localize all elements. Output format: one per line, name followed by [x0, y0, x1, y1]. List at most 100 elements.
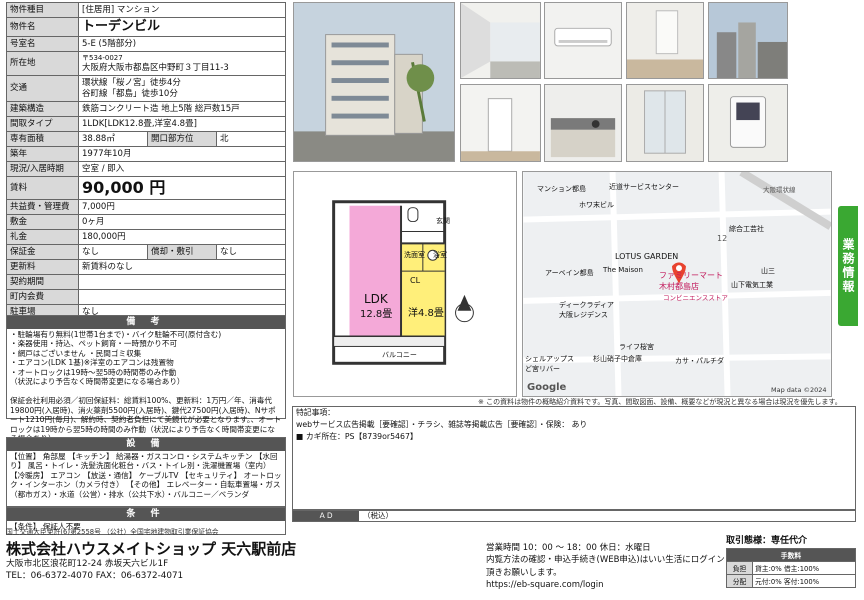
amortization-value: なし — [216, 244, 286, 261]
kitchen-photo[interactable] — [544, 84, 622, 162]
map-label: 山三 — [761, 267, 775, 275]
location-map[interactable]: マンション都島 近道サービスセンター ホワ末ビル 綜合工芸社 LOTUS GAR… — [522, 171, 832, 397]
map-label: The Maison — [603, 266, 643, 274]
equipment-text: 【位置】 角部屋 【キッチン】 給湯器・ガスコンロ・システムキッチン 【水回り】… — [10, 452, 282, 499]
key-money-value: 180,000円 — [78, 229, 286, 246]
ldk-label: LDK — [364, 292, 388, 306]
balcony-label: バルコニー — [382, 351, 417, 359]
trade-mode-block: 取引態様：専任代介 手数料 負担 貸主:0% 借主:100% 分配 元付:0% … — [726, 536, 856, 588]
ldk-size-label: 12.8畳 — [360, 309, 393, 320]
map-label: アーベイン都島 — [545, 269, 594, 277]
room-value: 5-E (5階部分) — [78, 36, 286, 53]
equipment-header: 設 備 — [7, 438, 285, 451]
distribution-value: 元付:0% 客付:100% — [752, 574, 856, 588]
remarks-section: 備 考 ・駐輪場有り無料(1世帯1台まで)・バイク駐輪不可(原付含む) ・楽器使… — [6, 315, 286, 443]
layout-value: 1LDK[LDK12.8畳,洋室4.8畳] — [78, 116, 286, 133]
building-photo-image — [294, 3, 454, 161]
built-value: 1977年10月 — [78, 146, 286, 163]
zip-code: 〒534-0027 — [82, 54, 123, 63]
map-label: 綜合工芸社 — [729, 225, 764, 233]
map-label: コンビニエンスストア — [663, 294, 728, 302]
map-label: カサ・パルチダ — [675, 357, 724, 365]
common-fee-value: 7,000円 — [78, 199, 286, 216]
structure-value: 鉄筋コンクリート造 地上5階 総戸数15戸 — [78, 101, 286, 118]
intercom-photo[interactable] — [708, 84, 788, 162]
kitchen-photo-image — [545, 85, 621, 161]
address-value: 〒534-0027 大阪府大阪市都島区中野町３丁目11-3 — [78, 51, 286, 77]
closet-label: CL — [410, 276, 421, 285]
rent-value: 90,000 円 — [78, 176, 286, 201]
rent-label: 賃料 — [6, 176, 79, 201]
aircon-photo-image — [545, 3, 621, 78]
entrance-label: 玄関 — [436, 217, 450, 225]
map-label: マンション都島 — [537, 185, 586, 193]
google-logo: Google — [527, 382, 567, 393]
remarks-header: 備 考 — [7, 316, 285, 329]
deposit-value: 0ヶ月 — [78, 214, 286, 231]
association-fee-label: 町内会費 — [6, 289, 79, 306]
login-url[interactable]: https://eb-square.com/login — [486, 579, 726, 591]
window-photo[interactable] — [626, 84, 704, 162]
room-label: 号室名 — [6, 36, 79, 53]
fee-table: 手数料 負担 貸主:0% 借主:100% 分配 元付:0% 客付:100% — [726, 548, 856, 588]
status-value: 空室 / 即入 — [78, 161, 286, 178]
balcony-photo[interactable] — [460, 2, 541, 79]
map-label: 近道サービスセンター — [609, 183, 679, 191]
view-photo[interactable] — [708, 2, 788, 79]
map-label: 12 — [717, 234, 728, 243]
map-label: ファミリーマート — [659, 271, 723, 280]
company-name: 株式会社ハウスメイトショップ 天六駅前店 — [6, 540, 297, 558]
association-fee-value — [78, 289, 286, 306]
room-photo-image — [627, 3, 703, 78]
map-label: 杉山硝子中倉庫 — [593, 355, 642, 363]
common-fee-label: 共益費・管理費 — [6, 199, 79, 216]
company-address-block: 大阪市北区浪花町12-24 赤坂天六ビル1F TEL：06-6372-4070 … — [6, 558, 183, 583]
business-hours-block: 営業時間 10：00 ～ 18：00 休日：水曜日 内覧方法の確認・申込手続き(… — [486, 542, 726, 591]
aircon-photo[interactable] — [544, 2, 622, 79]
business-hours: 営業時間 10：00 ～ 18：00 休日：水曜日 — [486, 543, 651, 553]
name-label: 物件名 — [6, 16, 79, 38]
renewal-label: 更新料 — [6, 259, 79, 276]
bath-label: 浴室 — [433, 251, 447, 259]
wash-room-label: 洗面室 — [404, 251, 425, 259]
key-money-label: 礼金 — [6, 229, 79, 246]
room-photo[interactable] — [626, 2, 704, 79]
transit-label: 交通 — [6, 75, 79, 103]
deposit-label: 敷金 — [6, 214, 79, 231]
term-value — [78, 274, 286, 291]
direction-label: 開口部方位 — [147, 131, 217, 148]
term-label: 契約期間 — [6, 274, 79, 291]
company-address: 大阪市北区浪花町12-24 赤坂天六ビル1F — [6, 559, 169, 569]
transit-value: 環状線「桜ノ宮」徒歩4分 谷町線「都島」徒歩10分 — [78, 75, 286, 103]
building-exterior-photo[interactable] — [293, 2, 455, 162]
hallway-photo[interactable] — [460, 84, 541, 162]
burden-value: 貸主:0% 借主:100% — [752, 561, 856, 575]
trade-mode-title: 取引態様：専任代介 — [726, 536, 808, 546]
ad-label: ＡＤ — [293, 511, 359, 521]
transit-line-1: 環状線「桜ノ宮」徒歩4分 — [82, 78, 181, 89]
map-label: シェルアップス — [525, 355, 574, 363]
ad-value: （税込） — [363, 511, 393, 520]
equipment-section: 設 備 【位置】 角部屋 【キッチン】 給湯器・ガスコンロ・システムキッチン 【… — [6, 437, 286, 507]
property-spec-table: 物件種目 [住居用] マンション 物件名 トーデンビル 号室名 5-E (5階部… — [6, 2, 286, 321]
transit-line-2: 谷町線「都島」徒歩10分 — [82, 88, 178, 99]
address-text: 大阪府大阪市都島区中野町３丁目11-3 — [82, 62, 229, 73]
window-photo-image — [627, 85, 703, 161]
license-text: 国土交通大臣免許(6)第2558号 （公社）全国宅地建物取引業保証協会 — [6, 528, 219, 536]
hallway-photo-image — [461, 85, 540, 161]
built-label: 築年 — [6, 146, 79, 163]
business-info-tab[interactable]: 業務情報 — [838, 206, 858, 326]
structure-label: 建築構造 — [6, 101, 79, 118]
map-label: 大阪レジデンス — [559, 311, 608, 319]
map-label: ディークラディア — [559, 301, 615, 309]
map-label: 山下電気工業 — [731, 281, 773, 289]
special-notes-title: 特記事項： — [296, 408, 335, 417]
special-notes-line-1: webサービス広告掲載［要確認］・チラシ、雑誌等掲載広告［要確認］・保険： あり — [296, 420, 588, 430]
guarantee-label: 保証金 — [6, 244, 79, 261]
view-photo-image — [709, 3, 787, 78]
area-value: 38.88㎡ — [78, 131, 148, 148]
renewal-value: 新賃料のなし — [78, 259, 286, 276]
map-copyright: Map data ©2024 — [771, 386, 827, 394]
intercom-photo-image — [709, 85, 787, 161]
map-label: 大阪環状線 — [763, 186, 796, 194]
